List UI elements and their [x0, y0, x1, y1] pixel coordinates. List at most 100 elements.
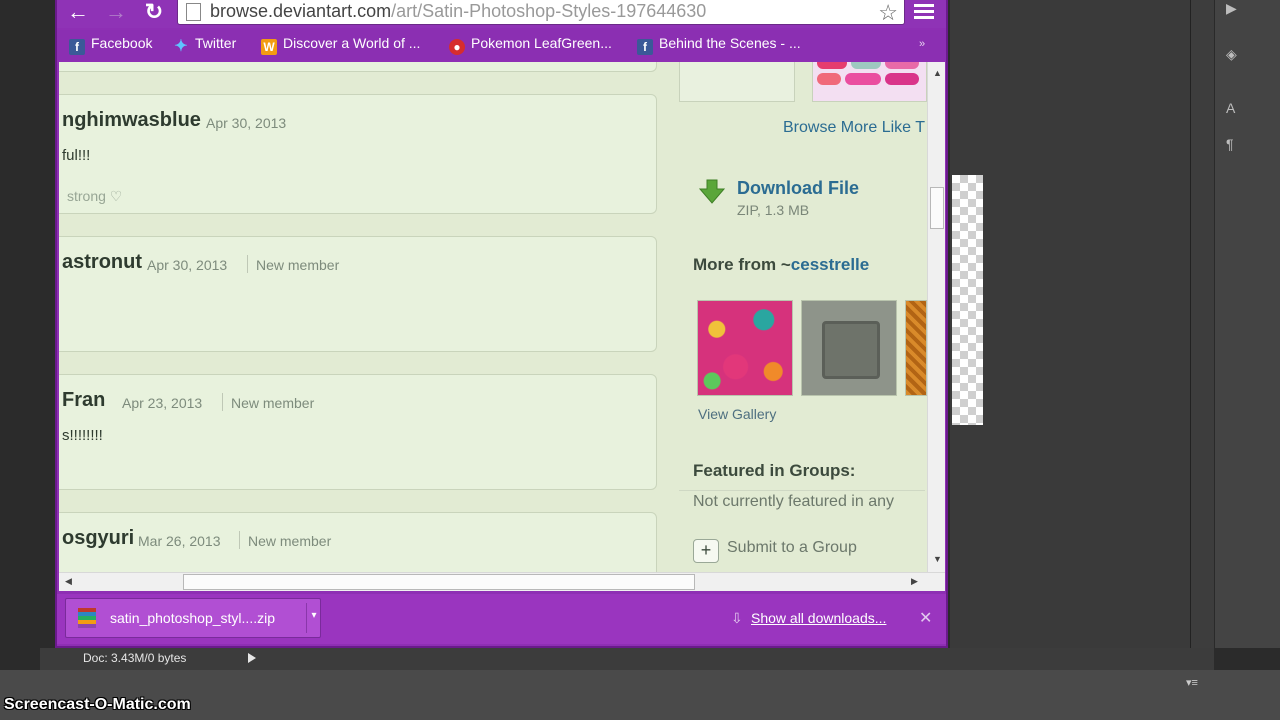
separator	[222, 393, 223, 411]
gallery-thumbnail[interactable]	[697, 300, 793, 396]
download-arrow-icon[interactable]	[699, 179, 725, 205]
comment-author[interactable]: Fran	[62, 389, 105, 412]
not-featured-text: Not currently featured in any	[693, 493, 894, 510]
cube-icon[interactable]: ◈	[1226, 46, 1244, 64]
show-all-downloads-link[interactable]: Show all downloads...	[751, 610, 886, 626]
pill-swatch	[885, 73, 919, 85]
facebook-icon: f	[637, 39, 653, 55]
bookmark-star-icon[interactable]: ☆	[878, 0, 898, 26]
comment-card: osgyuri Mar 26, 2013 New member	[59, 512, 657, 572]
scroll-left-icon[interactable]: ◀	[65, 576, 72, 587]
comment-date[interactable]: Apr 30, 2013	[147, 257, 227, 273]
submit-to-group-button[interactable]: + Submit to a Group	[693, 539, 857, 563]
comment-author[interactable]: osgyuri	[62, 527, 134, 550]
status-menu-arrow-icon[interactable]	[248, 653, 256, 663]
comment-date[interactable]: Apr 30, 2013	[206, 115, 286, 131]
horizontal-scroll-thumb[interactable]	[183, 574, 695, 590]
comment-date[interactable]: Apr 23, 2013	[122, 395, 202, 411]
wattpad-icon: W	[261, 39, 277, 55]
download-item[interactable]: satin_photoshop_styl....zip ▾	[65, 598, 321, 638]
comment-body: s!!!!!!!!	[62, 427, 103, 444]
deviation-sidebar: Browse More Like T Download File ZIP, 1.…	[679, 62, 927, 572]
document-size-info: Doc: 3.43M/0 bytes	[83, 651, 187, 665]
comment-card: Fran Apr 23, 2013 New member s!!!!!!!!	[59, 374, 657, 490]
download-file-name[interactable]: satin_photoshop_styl....zip	[110, 610, 275, 626]
gallery-strip	[697, 300, 927, 396]
pokeball-icon: ●	[449, 39, 465, 55]
bookmark-discover[interactable]: W Discover a World of ...	[261, 35, 420, 55]
divider	[679, 490, 925, 491]
comment-author[interactable]: astronut	[62, 251, 142, 274]
related-thumbnail[interactable]	[679, 62, 795, 102]
reload-button[interactable]: ↻	[139, 0, 169, 26]
member-badge: New member	[231, 395, 315, 411]
comment-signature: strong ♡	[67, 188, 123, 204]
forward-button[interactable]: →	[101, 0, 131, 26]
photoshop-status-bar	[40, 648, 1214, 670]
page-icon	[186, 3, 201, 21]
bookmark-behind-the-scenes[interactable]: f Behind the Scenes - ...	[637, 35, 801, 55]
bookmark-facebook[interactable]: f Facebook	[69, 35, 152, 55]
transparent-canvas	[952, 175, 983, 425]
download-file-meta: ZIP, 1.3 MB	[737, 202, 810, 218]
browser-toolbar: ← → ↻ browse.deviantart.com/art/Satin-Ph…	[57, 0, 946, 28]
facebook-icon: f	[69, 39, 85, 55]
browse-more-link[interactable]: Browse More Like T	[783, 119, 925, 137]
member-badge: New member	[248, 533, 332, 549]
play-icon[interactable]: ▶	[1226, 0, 1244, 18]
type-icon[interactable]: A	[1226, 100, 1244, 118]
chrome-menu-icon[interactable]	[914, 2, 934, 22]
pill-swatch	[845, 73, 881, 85]
url-text[interactable]: browse.deviantart.com/art/Satin-Photosho…	[210, 1, 706, 22]
browser-window: ← → ↻ browse.deviantart.com/art/Satin-Ph…	[55, 0, 948, 648]
photoshop-tool-strip	[1214, 0, 1280, 648]
download-file-link[interactable]: Download File	[737, 178, 859, 199]
pill-swatch	[817, 62, 847, 69]
comment-card-partial	[59, 62, 657, 72]
bookmarks-overflow-button[interactable]: »	[919, 38, 925, 50]
placeholder-image-icon	[822, 321, 880, 379]
member-badge: New member	[256, 257, 340, 273]
photoshop-lower-area	[0, 670, 1280, 720]
close-icon[interactable]: ✕	[919, 608, 932, 628]
bookmark-twitter[interactable]: ✦ Twitter	[173, 35, 236, 55]
related-thumbnail[interactable]	[812, 62, 927, 102]
view-gallery-link[interactable]: View Gallery	[698, 406, 776, 422]
twitter-icon: ✦	[174, 38, 188, 55]
bookmark-pokemon[interactable]: ● Pokemon LeafGreen...	[449, 35, 612, 55]
more-from-heading: More from ~cesstrelle	[693, 255, 870, 274]
comment-body: ful!!!	[62, 147, 91, 164]
horizontal-scrollbar[interactable]: ◀ ▶	[59, 572, 945, 591]
separator	[247, 255, 248, 273]
pill-swatch	[885, 62, 919, 69]
gallery-thumbnail[interactable]	[801, 300, 897, 396]
scroll-up-icon[interactable]: ▲	[933, 68, 942, 78]
bookmarks-bar: f Facebook ✦ Twitter W Discover a World of …	[57, 30, 946, 60]
watermark: Screencast-O-Matic.com	[4, 696, 191, 713]
scroll-down-icon[interactable]: ▼	[933, 554, 942, 564]
separator	[239, 531, 240, 549]
download-arrow-small-icon: ⇩	[731, 610, 743, 626]
comment-card: nghimwasblue Apr 30, 2013 ful!!! strong …	[59, 94, 657, 214]
address-bar[interactable]: browse.deviantart.com/art/Satin-Photosho…	[177, 0, 905, 25]
archive-file-icon	[78, 608, 96, 628]
plus-icon: +	[693, 539, 719, 563]
comment-author[interactable]: nghimwasblue	[62, 109, 201, 132]
featured-groups-heading: Featured in Groups:	[693, 461, 856, 480]
scroll-right-icon[interactable]: ▶	[911, 576, 918, 587]
artist-link[interactable]: cesstrelle	[791, 255, 869, 274]
photoshop-left-panel	[0, 0, 40, 670]
gallery-thumbnail[interactable]	[905, 300, 927, 396]
paragraph-icon[interactable]: ¶	[1226, 136, 1244, 154]
page-viewport: nghimwasblue Apr 30, 2013 ful!!! strong …	[59, 62, 945, 572]
comment-date[interactable]: Mar 26, 2013	[138, 533, 221, 549]
vertical-scroll-thumb[interactable]	[930, 187, 944, 229]
vertical-scrollbar[interactable]: ▲ ▼	[927, 62, 945, 572]
download-options-caret-icon[interactable]: ▾	[306, 603, 321, 633]
panel-menu-icon[interactable]: ▾≡	[1186, 676, 1198, 689]
pill-swatch	[851, 62, 881, 69]
back-button[interactable]: ←	[63, 0, 93, 26]
photoshop-workspace	[950, 0, 1190, 648]
comment-card: astronut Apr 30, 2013 New member	[59, 236, 657, 352]
pill-swatch	[817, 73, 841, 85]
